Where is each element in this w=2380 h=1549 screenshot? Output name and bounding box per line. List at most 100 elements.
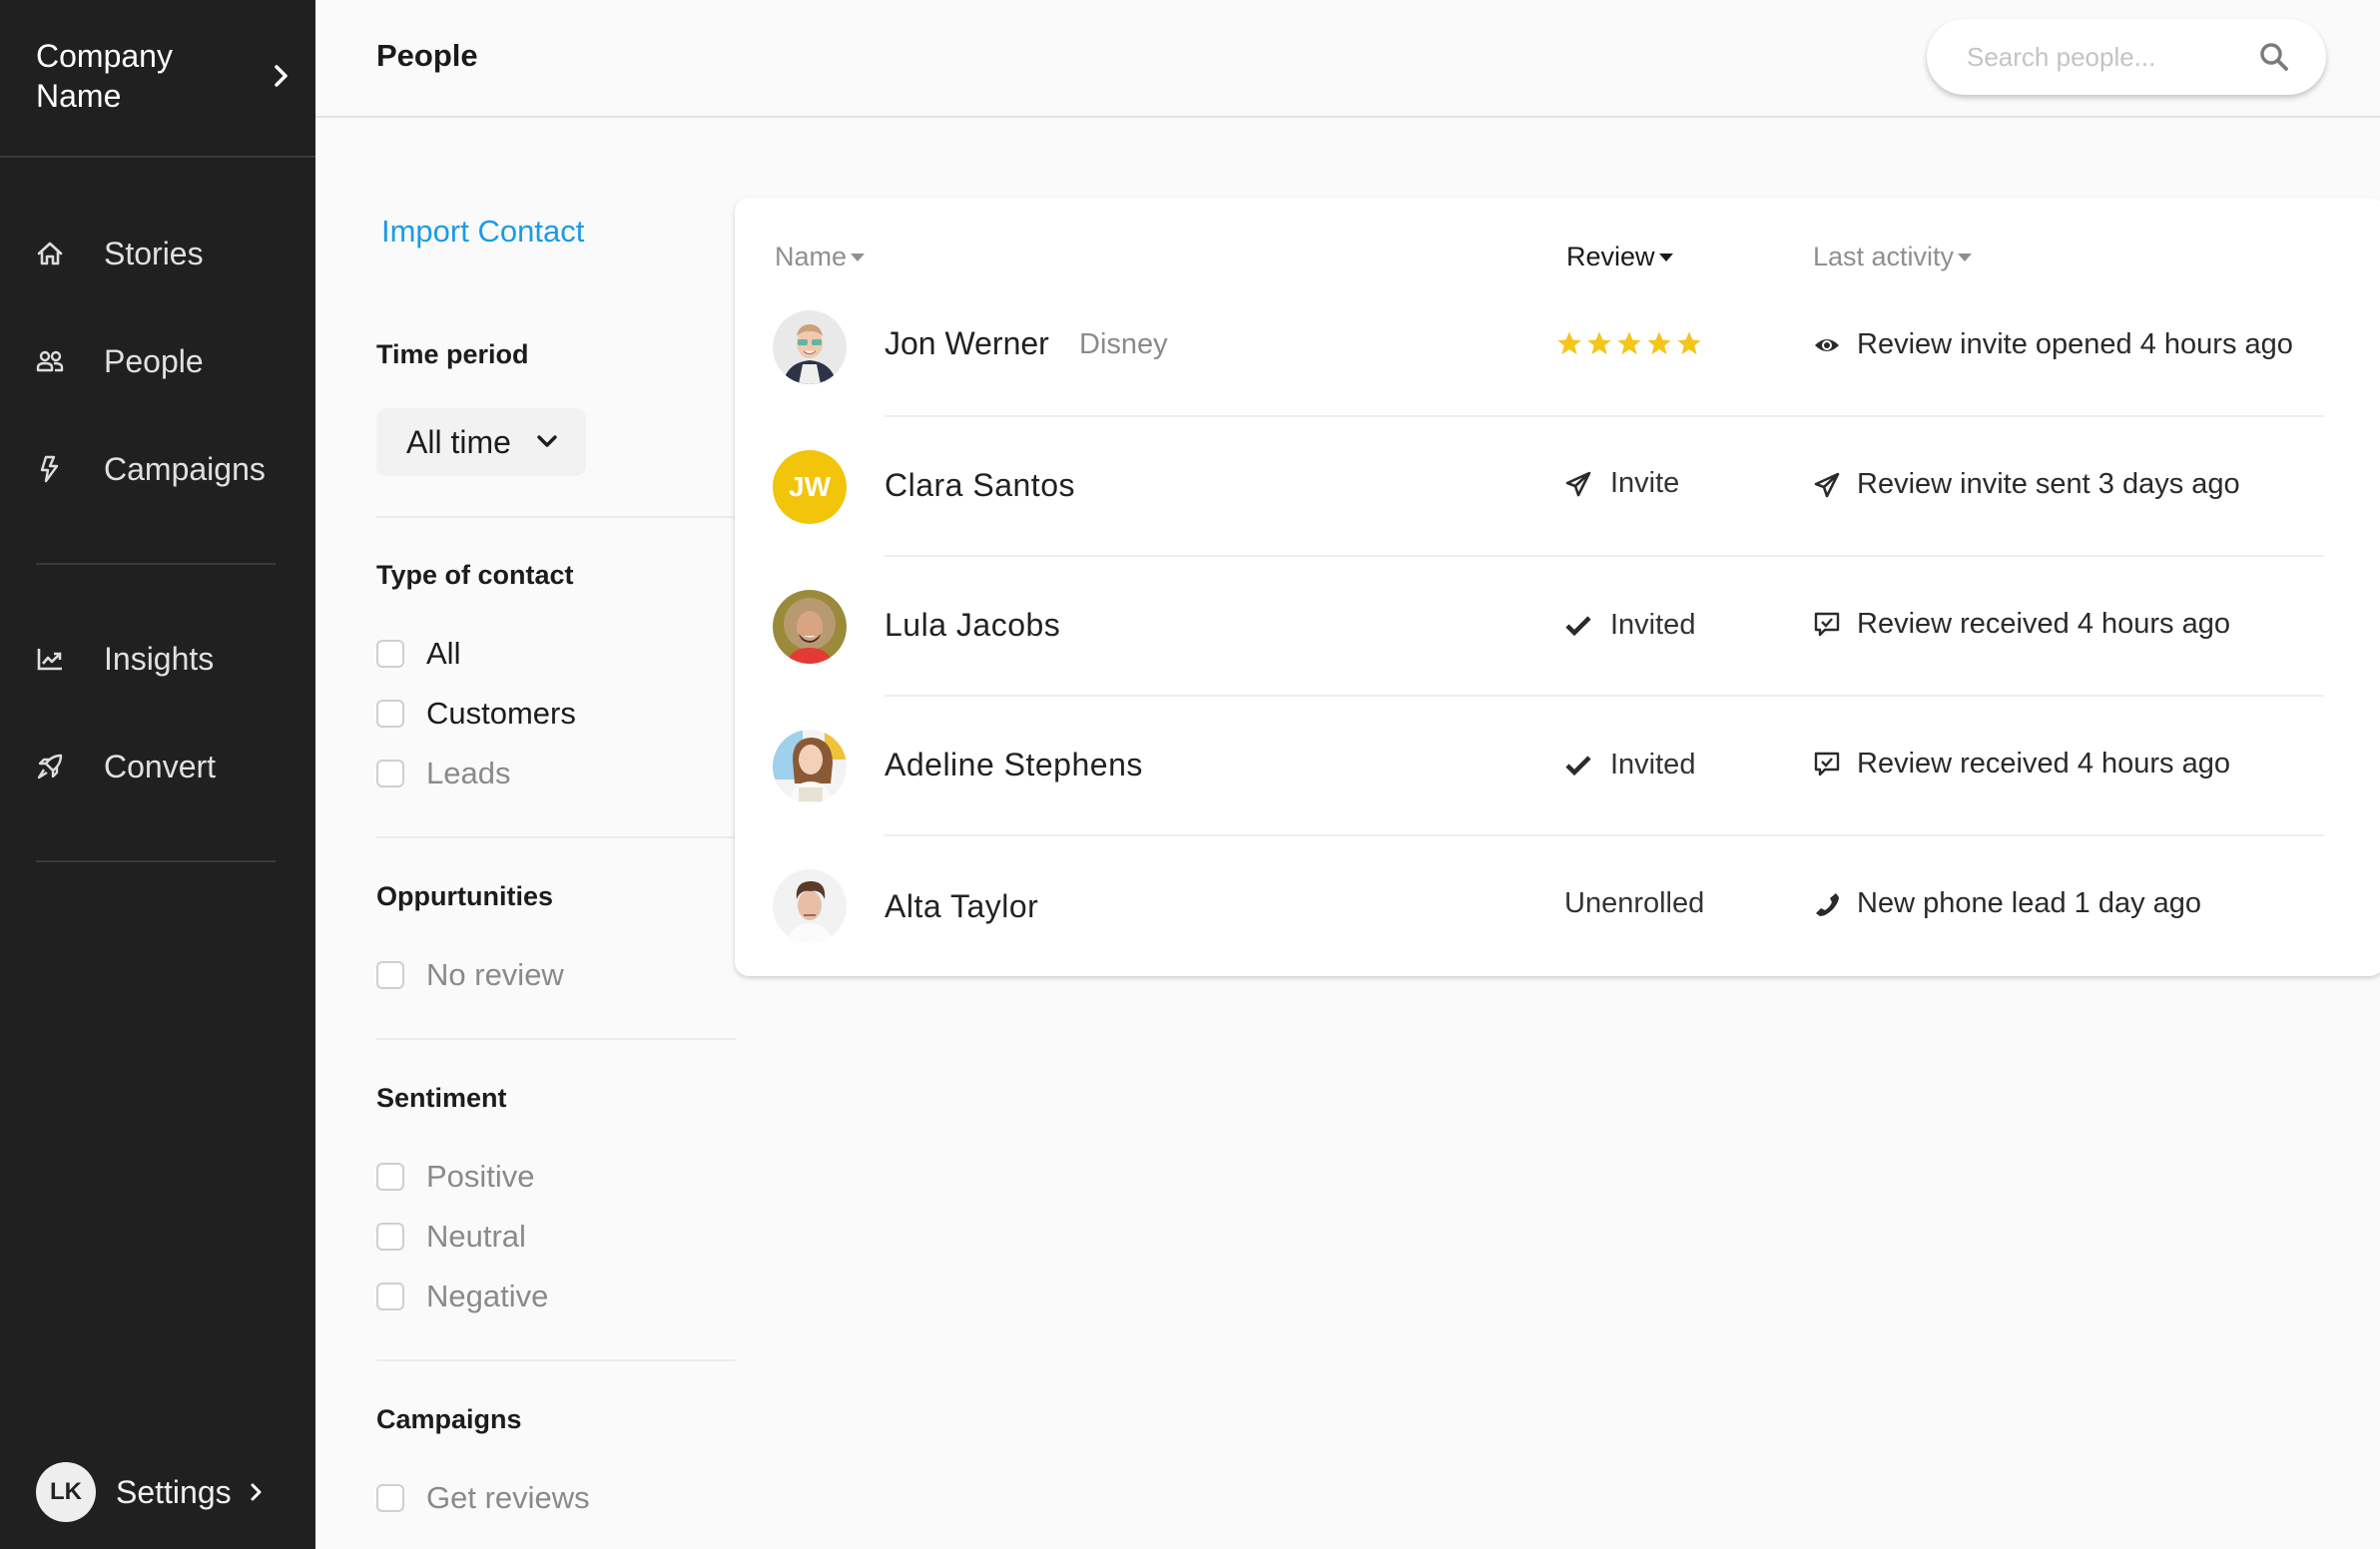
review-label: Invite [1610, 467, 1680, 499]
avatar [773, 730, 847, 803]
filter-title-opportunities: Oppurtunities [376, 881, 553, 911]
phone-icon [1816, 893, 1839, 916]
filter-divider [376, 836, 736, 838]
star-icon [1677, 331, 1701, 355]
sidebar-item-label: Stories [104, 235, 204, 271]
chevron-right-icon [251, 1483, 262, 1501]
checkbox-label: Get reviews [426, 1480, 590, 1515]
checkbox-label: Leads [426, 756, 511, 790]
avatar: JW [773, 450, 847, 524]
sidebar-item-stories[interactable]: Stories [0, 219, 315, 288]
checkbox[interactable] [376, 1283, 404, 1310]
last-activity: New phone lead 1 day ago [1857, 887, 2202, 919]
checkbox-label: Neutral [426, 1219, 526, 1254]
checkbox[interactable] [376, 1484, 404, 1512]
column-header-last-activity[interactable]: Last activity [1813, 242, 1973, 272]
checkbox-customers[interactable]: Customers [376, 694, 576, 734]
filter-title-sentiment: Sentiment [376, 1083, 507, 1113]
checkbox-label: Negative [426, 1279, 549, 1313]
checkbox-no-review[interactable]: No review [376, 955, 564, 995]
checkbox-label: No review [426, 957, 564, 992]
table-row[interactable]: JW Clara Santos Invite Review invite sen… [735, 417, 2380, 557]
settings-button[interactable]: LK Settings [36, 1461, 264, 1523]
select-value: All time [406, 423, 511, 460]
time-period-select[interactable]: All time [376, 408, 586, 476]
checkbox[interactable] [376, 640, 404, 668]
user-avatar: LK [36, 1462, 96, 1522]
nav-divider [36, 860, 276, 862]
last-activity: Review received 4 hours ago [1857, 748, 2230, 779]
table-row[interactable]: Adeline Stephens Invited Review received… [735, 697, 2380, 836]
top-header: People [315, 0, 2380, 118]
review-status: Invited [1564, 609, 1695, 642]
star-rating [1555, 329, 1703, 357]
checkbox-positive[interactable]: Positive [376, 1157, 535, 1197]
chart-line-icon [37, 649, 62, 671]
table-row[interactable]: Alta Taylor Unenrolled New phone lead 1 … [735, 836, 2380, 976]
filter-divider [376, 1038, 736, 1040]
contact-name[interactable]: Adeline Stephens [885, 747, 1143, 783]
table-row[interactable]: Jon Werner Disney Review invite opened 4… [735, 277, 2380, 417]
contact-name[interactable]: Clara Santos [885, 467, 1075, 504]
home-icon [37, 242, 63, 265]
contact-name[interactable]: Jon Werner [885, 325, 1049, 362]
checkbox-get-reviews[interactable]: Get reviews [376, 1478, 590, 1518]
avatar [773, 869, 847, 943]
review-label: Unenrolled [1564, 887, 1705, 919]
sidebar-item-campaigns[interactable]: Campaigns [0, 434, 315, 504]
review-status: Unenrolled [1564, 887, 1704, 920]
lightning-icon [40, 455, 59, 483]
checkbox-all[interactable]: All [376, 634, 460, 674]
filter-title-campaigns: Campaigns [376, 1404, 522, 1434]
paper-plane-icon [1814, 472, 1840, 498]
paper-plane-icon [1565, 471, 1591, 496]
import-contact-link[interactable]: Import Contact [381, 214, 584, 250]
checkbox[interactable] [376, 1223, 404, 1251]
checkbox[interactable] [376, 760, 404, 787]
checkbox[interactable] [376, 1163, 404, 1191]
checkbox[interactable] [376, 961, 404, 989]
sidebar-item-people[interactable]: People [0, 326, 315, 396]
column-label: Last activity [1813, 242, 1955, 271]
chat-check-icon [1814, 612, 1840, 637]
eye-icon [1815, 339, 1839, 351]
sidebar-item-label: Campaigns [104, 450, 266, 487]
page-title: People [376, 38, 478, 73]
column-label: Name [775, 242, 848, 271]
sort-caret-icon [1658, 253, 1673, 261]
last-activity: Review invite opened 4 hours ago [1857, 328, 2293, 360]
search-bar [1927, 19, 2326, 95]
sidebar-item-label: People [104, 342, 204, 379]
contact-name[interactable]: Lula Jacobs [885, 607, 1060, 644]
last-activity: Review received 4 hours ago [1857, 608, 2230, 640]
star-icon [1617, 331, 1641, 355]
filter-title-type-of-contact: Type of contact [376, 560, 574, 590]
checkbox-negative[interactable]: Negative [376, 1277, 548, 1316]
checkbox-neutral[interactable]: Neutral [376, 1217, 526, 1257]
checkmark-icon [1565, 755, 1591, 775]
checkbox[interactable] [376, 700, 404, 728]
company-switcher[interactable]: Company Name [0, 0, 315, 158]
people-icon [36, 350, 64, 372]
chevron-right-icon [275, 65, 288, 87]
sort-caret-icon [1958, 253, 1973, 261]
sidebar-item-label: Insights [104, 640, 215, 677]
avatar [773, 310, 847, 384]
table-row[interactable]: Lula Jacobs Invited Review received 4 ho… [735, 557, 2380, 697]
checkbox-label: Positive [426, 1159, 535, 1194]
review-label: Invited [1610, 609, 1696, 641]
column-header-review[interactable]: Review [1566, 242, 1673, 272]
contact-name[interactable]: Alta Taylor [885, 888, 1038, 925]
star-icon [1647, 331, 1671, 355]
column-header-name[interactable]: Name [775, 242, 866, 272]
chat-check-icon [1814, 752, 1840, 776]
column-label: Review [1566, 242, 1655, 271]
checkbox-label: Customers [426, 696, 576, 731]
sidebar-item-insights[interactable]: Insights [0, 624, 315, 694]
sidebar-item-convert[interactable]: Convert [0, 732, 315, 801]
search-input[interactable] [1967, 39, 2246, 75]
search-icon[interactable] [2258, 41, 2290, 73]
sidebar-item-label: Convert [104, 748, 217, 784]
checkbox-leads[interactable]: Leads [376, 754, 510, 793]
checkbox-label: All [426, 636, 461, 671]
